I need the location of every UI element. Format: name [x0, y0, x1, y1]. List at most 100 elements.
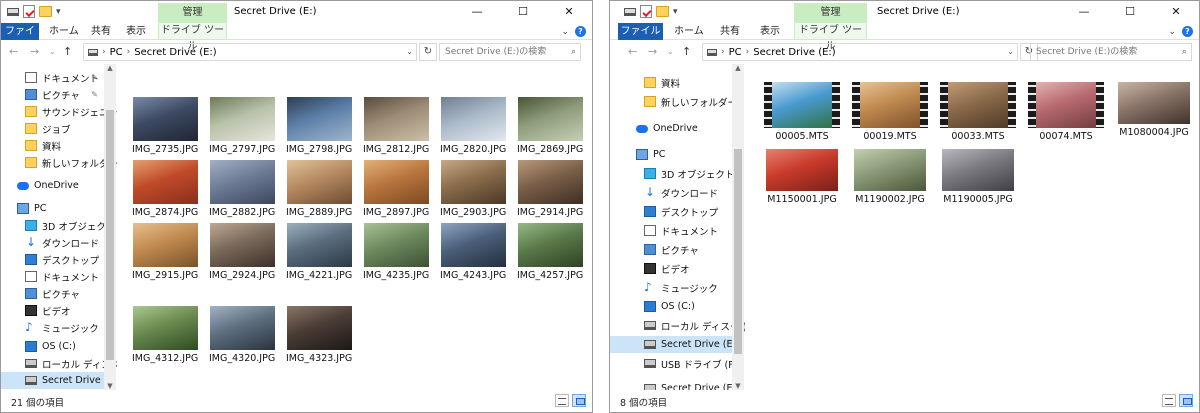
scrollbar-thumb[interactable]: [106, 110, 114, 360]
file-tile[interactable]: IMG_2797.JPG: [209, 97, 275, 155]
file-tile[interactable]: IMG_2924.JPG: [209, 223, 275, 281]
tab-drive-tools[interactable]: ドライブ ツール: [158, 23, 227, 52]
nav-item-secret-drive-e-17[interactable]: Secret Drive (E:): [1, 372, 117, 389]
back-arrow-icon[interactable]: ←: [628, 45, 637, 58]
close-button[interactable]: ✕: [1153, 1, 1199, 23]
file-tile[interactable]: IMG_4221.JPG: [286, 223, 352, 281]
nav-item-item-9[interactable]: ビデオ: [610, 260, 732, 277]
tab-view[interactable]: 表示: [126, 23, 146, 40]
tab-share[interactable]: 共有: [91, 23, 111, 40]
video-tile[interactable]: 00005.MTS: [762, 82, 842, 142]
address-bar[interactable]: › PC › Secret Drive (E:) ⌄: [83, 43, 417, 61]
nav-item-item-1[interactable]: 新しいフォルダー: [610, 93, 737, 110]
file-tile[interactable]: M1190005.JPG: [938, 149, 1018, 205]
file-tile[interactable]: IMG_4235.JPG: [363, 223, 429, 281]
scroll-down-icon[interactable]: ▼: [104, 382, 116, 390]
maximize-button[interactable]: ☐: [1107, 1, 1153, 23]
nav-item-onedrive-2[interactable]: OneDrive: [610, 120, 732, 137]
file-tile[interactable]: IMG_2915.JPG: [132, 223, 198, 281]
recent-dropdown-icon[interactable]: ⌄: [667, 47, 674, 56]
recent-dropdown-icon[interactable]: ⌄: [49, 47, 56, 56]
up-arrow-icon[interactable]: ↑: [63, 45, 72, 58]
manage-tab[interactable]: 管理: [794, 3, 867, 23]
nav-item-os-c-15[interactable]: OS (C:): [1, 338, 104, 355]
nav-item-pc-7[interactable]: PC: [1, 200, 104, 217]
file-tile[interactable]: IMG_2812.JPG: [363, 97, 429, 155]
help-icon[interactable]: ?: [575, 26, 586, 37]
file-tile[interactable]: IMG_2798.JPG: [286, 97, 352, 155]
large-icons-view-icon[interactable]: [572, 394, 586, 407]
file-tile[interactable]: IMG_4243.JPG: [440, 223, 506, 281]
file-tile[interactable]: IMG_2889.JPG: [286, 160, 352, 218]
video-tile[interactable]: 00033.MTS: [938, 82, 1018, 142]
file-tile[interactable]: IMG_4323.JPG: [286, 306, 352, 364]
nav-item-item-4[interactable]: 資料: [1, 137, 104, 154]
back-arrow-icon[interactable]: ←: [9, 45, 18, 58]
file-tile[interactable]: IMG_2735.JPG: [132, 97, 198, 155]
properties-icon[interactable]: [640, 5, 652, 18]
file-tile[interactable]: M1190002.JPG: [850, 149, 930, 205]
nav-item-usb-f-14[interactable]: USB ドライブ (F:): [610, 355, 740, 372]
nav-item-secret-drive-e-15[interactable]: Secret Drive (E:): [610, 380, 739, 390]
file-tile[interactable]: IMG_4312.JPG: [132, 306, 198, 364]
navigation-scrollbar[interactable]: ▲ ▼: [732, 64, 744, 390]
refresh-button[interactable]: ↻: [419, 43, 437, 61]
tab-file[interactable]: ファイル: [1, 23, 39, 54]
manage-tab[interactable]: 管理: [158, 3, 227, 23]
up-arrow-icon[interactable]: ↑: [682, 45, 691, 58]
nav-item-item-12[interactable]: ピクチャ: [1, 285, 104, 302]
large-icons-view-icon[interactable]: [1179, 394, 1193, 407]
nav-item-os-c-11[interactable]: OS (C:): [610, 298, 732, 315]
maximize-button[interactable]: ☐: [500, 1, 546, 23]
address-dropdown-icon[interactable]: ⌄: [406, 47, 413, 56]
breadcrumb-drive[interactable]: Secret Drive (E:): [134, 47, 216, 58]
pin-icon[interactable]: ✎: [91, 73, 98, 82]
tab-home[interactable]: ホーム: [49, 23, 79, 40]
nav-item-item-3[interactable]: ジョブ: [1, 120, 104, 137]
file-tile[interactable]: IMG_2897.JPG: [363, 160, 429, 218]
nav-item-item-7[interactable]: ドキュメント: [610, 222, 732, 239]
nav-item-item-5[interactable]: 新しいフォルダー: [1, 154, 117, 171]
nav-item-onedrive-6[interactable]: OneDrive: [1, 177, 104, 194]
file-tile[interactable]: IMG_2820.JPG: [440, 97, 506, 155]
pin-icon[interactable]: ✎: [91, 90, 98, 99]
search-input[interactable]: Secret Drive (E:)の検索 ⌕: [1030, 43, 1192, 61]
file-tile[interactable]: IMG_2882.JPG: [209, 160, 275, 218]
minimize-button[interactable]: —: [454, 1, 500, 23]
nav-item-3d-8[interactable]: 3D オブジェクト: [1, 217, 115, 234]
tab-share[interactable]: 共有: [720, 23, 740, 40]
nav-item-pc-3[interactable]: PC: [610, 146, 732, 163]
scroll-down-icon[interactable]: ▼: [732, 382, 744, 390]
nav-item-d-12[interactable]: ローカル ディスク (D: [610, 317, 745, 334]
nav-item-item-8[interactable]: ピクチャ: [610, 241, 732, 258]
nav-item-item-14[interactable]: ♪ ミュージック: [1, 319, 104, 336]
details-view-icon[interactable]: [1162, 394, 1176, 407]
nav-item-item-2[interactable]: サウンドジェニック: [1, 103, 117, 120]
expand-ribbon-icon[interactable]: ⌄: [561, 27, 569, 37]
nav-item-item-6[interactable]: デスクトップ: [610, 203, 732, 220]
customize-dropdown-icon[interactable]: ▾: [56, 7, 61, 17]
search-input[interactable]: Secret Drive (E:)の検索 ⌕: [439, 43, 581, 61]
forward-arrow-icon[interactable]: →: [648, 45, 657, 58]
tab-file[interactable]: ファイル: [618, 23, 663, 40]
file-tile[interactable]: IMG_2869.JPG: [517, 97, 583, 155]
nav-item-item-13[interactable]: ビデオ: [1, 302, 104, 319]
file-tile[interactable]: IMG_4320.JPG: [209, 306, 275, 364]
breadcrumb-drive[interactable]: Secret Drive (E:): [753, 47, 835, 58]
nav-item-item-10[interactable]: デスクトップ: [1, 251, 104, 268]
nav-item-item-9[interactable]: ↓ ダウンロード: [1, 234, 104, 251]
scroll-up-icon[interactable]: ▲: [732, 64, 744, 72]
tab-drive-tools[interactable]: ドライブ ツール: [794, 23, 867, 52]
details-view-icon[interactable]: [555, 394, 569, 407]
scrollbar-thumb[interactable]: [734, 149, 742, 354]
tab-view[interactable]: 表示: [760, 23, 780, 40]
nav-item-item-0[interactable]: ドキュメント ✎: [1, 69, 104, 86]
minimize-button[interactable]: —: [1061, 1, 1107, 23]
file-tile[interactable]: IMG_2914.JPG: [517, 160, 583, 218]
video-tile[interactable]: 00019.MTS: [850, 82, 930, 142]
file-tile[interactable]: IMG_2903.JPG: [440, 160, 506, 218]
file-tile[interactable]: IMG_4257.JPG: [517, 223, 583, 281]
nav-item-secret-drive-e-13[interactable]: Secret Drive (E:): [610, 336, 739, 353]
nav-item-item-11[interactable]: ドキュメント: [1, 268, 104, 285]
new-folder-icon[interactable]: [656, 6, 669, 17]
